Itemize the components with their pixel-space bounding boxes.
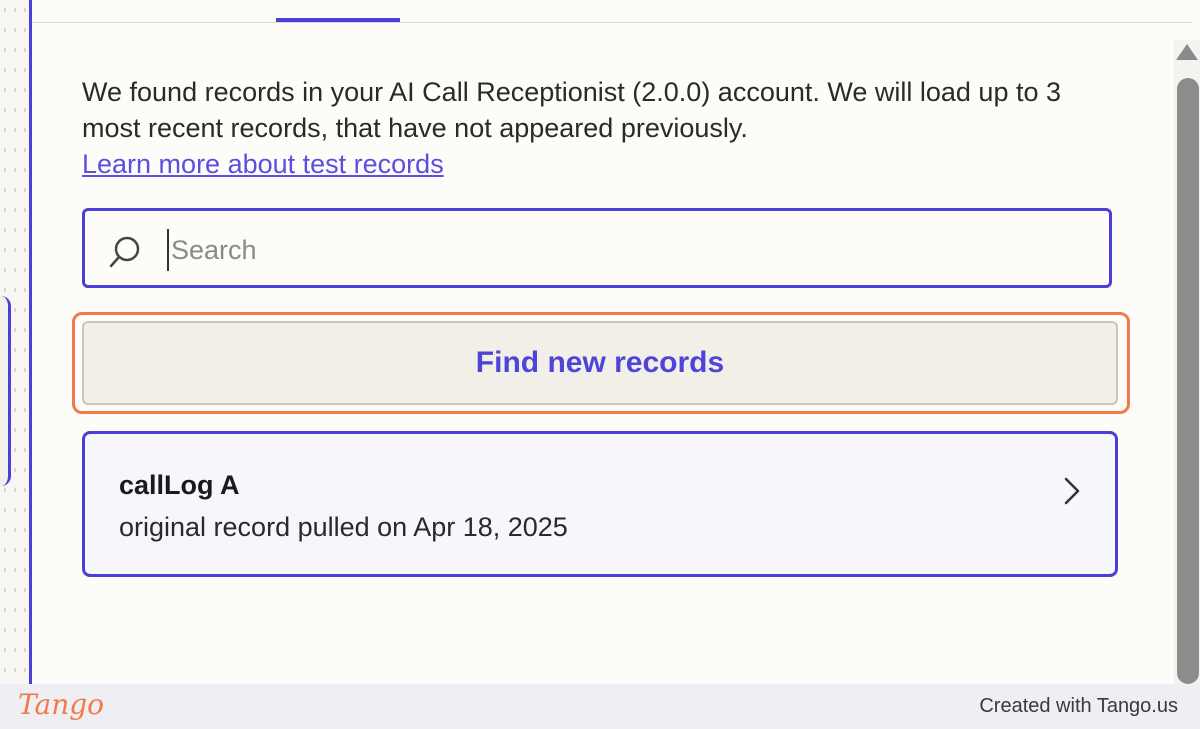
search-box[interactable] bbox=[82, 208, 1112, 288]
footer-credit: Created with Tango.us bbox=[979, 695, 1178, 717]
active-tab-indicator[interactable] bbox=[276, 18, 400, 22]
left-panel-edge bbox=[0, 296, 11, 486]
footer-bar: Tango Created with Tango.us bbox=[0, 684, 1200, 729]
search-icon bbox=[109, 236, 140, 268]
tango-logo: Tango bbox=[18, 688, 105, 721]
record-title: callLog A bbox=[119, 470, 240, 500]
search-input[interactable] bbox=[167, 229, 1073, 271]
learn-more-link[interactable]: Learn more about test records bbox=[82, 146, 444, 182]
record-item[interactable]: callLog A original record pulled on Apr … bbox=[82, 431, 1118, 577]
scroll-up-arrow-icon[interactable] bbox=[1176, 44, 1198, 60]
record-subtitle: original record pulled on Apr 18, 2025 bbox=[119, 512, 568, 542]
chevron-right-icon bbox=[1064, 477, 1080, 505]
description-text: We found records in your AI Call Recepti… bbox=[82, 77, 1062, 143]
find-new-records-button[interactable]: Find new records bbox=[82, 321, 1118, 405]
scrollbar-thumb[interactable] bbox=[1177, 78, 1199, 684]
records-description: We found records in your AI Call Recepti… bbox=[82, 74, 1102, 182]
tabs-divider bbox=[32, 22, 1192, 23]
